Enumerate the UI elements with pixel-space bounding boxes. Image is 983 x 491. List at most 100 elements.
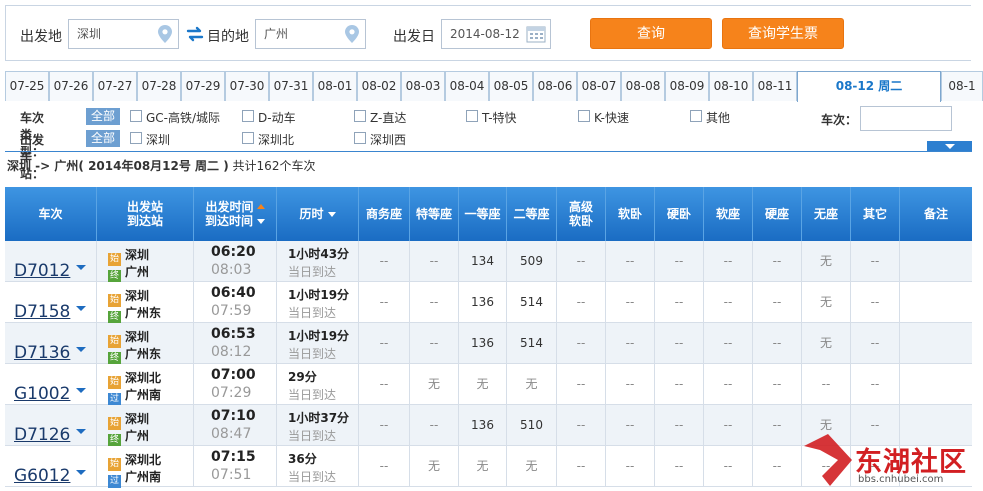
to-station-input[interactable] bbox=[255, 19, 366, 49]
date-input[interactable] bbox=[441, 19, 551, 49]
checkbox-box[interactable] bbox=[130, 132, 142, 144]
seat-availability: -- bbox=[606, 364, 655, 404]
train-type-all-button[interactable]: 全部 bbox=[86, 108, 120, 125]
date-tab[interactable]: 07-25 bbox=[5, 71, 49, 101]
to-station-field[interactable] bbox=[264, 26, 357, 41]
seat-availability: -- bbox=[557, 282, 606, 322]
to-station: 终广州 bbox=[108, 265, 150, 283]
search-panel: 出发地 目的地 出发日 查询 查询学生票 bbox=[5, 5, 971, 61]
train-number-link[interactable]: G6012 bbox=[14, 456, 70, 491]
date-tab[interactable]: 07-30 bbox=[225, 71, 269, 101]
duration: 1小时43分 bbox=[288, 247, 350, 261]
query-student-ticket-button[interactable]: 查询学生票 bbox=[722, 18, 844, 49]
train-type-label: T-特快 bbox=[482, 111, 517, 125]
date-tab[interactable]: 08-02 bbox=[357, 71, 401, 101]
station-badge: 过 bbox=[108, 475, 121, 488]
checkbox-box[interactable] bbox=[354, 132, 366, 144]
seat-availability: -- bbox=[655, 405, 704, 445]
header-seat: 商务座 bbox=[359, 187, 410, 241]
expand-stops-icon[interactable] bbox=[76, 306, 86, 311]
checkbox-box[interactable] bbox=[466, 110, 478, 122]
seat-availability: -- bbox=[359, 446, 410, 486]
checkbox-box[interactable] bbox=[578, 110, 590, 122]
seat-availability: 136 bbox=[459, 282, 507, 322]
seat-availability: 514 bbox=[507, 282, 557, 322]
date-tab[interactable]: 08-05 bbox=[489, 71, 533, 101]
departure-time: 07:15 bbox=[211, 449, 256, 465]
date-tab[interactable]: 08-03 bbox=[401, 71, 445, 101]
from-label: 出发地 bbox=[20, 29, 62, 45]
date-tab[interactable]: 08-12 周二 bbox=[797, 71, 941, 102]
train-number-input[interactable] bbox=[860, 106, 952, 131]
to-label: 目的地 bbox=[207, 29, 249, 45]
header-seat: 二等座 bbox=[507, 187, 557, 241]
checkbox-box[interactable] bbox=[690, 110, 702, 122]
date-tab[interactable]: 08-06 bbox=[533, 71, 577, 101]
checkbox-box[interactable] bbox=[242, 110, 254, 122]
date-tab[interactable]: 08-04 bbox=[445, 71, 489, 101]
date-tab[interactable]: 08-11 bbox=[753, 71, 797, 101]
seat-availability: -- bbox=[557, 446, 606, 486]
station-all-button[interactable]: 全部 bbox=[86, 130, 120, 147]
header-seat: 其它 bbox=[851, 187, 900, 241]
remark-cell bbox=[900, 323, 972, 363]
from-station-input[interactable] bbox=[68, 19, 179, 49]
date-tab[interactable]: 07-28 bbox=[137, 71, 181, 101]
swap-stations-icon[interactable] bbox=[186, 25, 204, 43]
departure-time: 06:40 bbox=[211, 285, 256, 301]
date-tab[interactable]: 08-1 bbox=[941, 71, 983, 101]
from-station-field[interactable] bbox=[77, 26, 170, 41]
date-tab[interactable]: 07-29 bbox=[181, 71, 225, 101]
seat-availability: -- bbox=[557, 405, 606, 445]
checkbox-box[interactable] bbox=[130, 110, 142, 122]
station-label: 深圳北 bbox=[258, 133, 295, 147]
date-tab[interactable]: 08-01 bbox=[313, 71, 357, 101]
seat-availability: 514 bbox=[507, 323, 557, 363]
header-duration[interactable]: 历时 bbox=[277, 187, 359, 241]
departure-time: 06:53 bbox=[211, 326, 256, 342]
remark-cell bbox=[900, 364, 972, 404]
sort-descending-icon bbox=[257, 219, 265, 224]
train-type-label: K-快速 bbox=[594, 111, 629, 125]
seat-availability: -- bbox=[655, 241, 704, 281]
seat-availability: -- bbox=[753, 446, 802, 486]
checkbox-box[interactable] bbox=[242, 132, 254, 144]
seat-availability: -- bbox=[655, 282, 704, 322]
seat-availability: -- bbox=[704, 446, 753, 486]
date-tab[interactable]: 08-10 bbox=[709, 71, 753, 101]
seat-availability: 无 bbox=[802, 282, 851, 322]
seat-availability: -- bbox=[704, 323, 753, 363]
seat-availability: -- bbox=[802, 364, 851, 404]
summary-count: 共计162个车次 bbox=[232, 159, 316, 173]
seat-availability: 无 bbox=[507, 446, 557, 486]
query-button[interactable]: 查询 bbox=[590, 18, 712, 49]
expand-stops-icon[interactable] bbox=[76, 388, 86, 393]
seat-availability: 无 bbox=[410, 446, 459, 486]
seat-availability: -- bbox=[704, 405, 753, 445]
header-times[interactable]: 出发时间 到达时间 bbox=[194, 187, 277, 241]
train-type-label: Z-直达 bbox=[370, 111, 407, 125]
seat-availability: -- bbox=[606, 282, 655, 322]
expand-stops-icon[interactable] bbox=[76, 429, 86, 434]
header-seat: 软卧 bbox=[606, 187, 655, 241]
date-tab[interactable]: 08-07 bbox=[577, 71, 621, 101]
date-tab[interactable]: 08-09 bbox=[665, 71, 709, 101]
checkbox-box[interactable] bbox=[354, 110, 366, 122]
to-station: 终广州 bbox=[108, 429, 150, 447]
date-tab[interactable]: 07-27 bbox=[93, 71, 137, 101]
date-tabs: 07-25 07-26 07-27 07-28 07-29 07-30 07-31 08-01… bbox=[5, 71, 983, 102]
filter-divider bbox=[5, 151, 972, 152]
expand-stops-icon[interactable] bbox=[76, 347, 86, 352]
seat-availability: -- bbox=[704, 241, 753, 281]
date-label: 出发日 bbox=[393, 29, 435, 45]
expand-stops-icon[interactable] bbox=[76, 470, 86, 475]
arrival-day: 当日到达 bbox=[288, 470, 337, 484]
result-summary: 深圳 -> 广州( 2014年08月12号 周二 ) 共计162个车次 bbox=[7, 157, 315, 174]
calendar-icon[interactable] bbox=[526, 25, 546, 43]
date-tab[interactable]: 07-26 bbox=[49, 71, 93, 101]
expand-stops-icon[interactable] bbox=[76, 265, 86, 270]
date-tab[interactable]: 07-31 bbox=[269, 71, 313, 101]
duration: 36分 bbox=[288, 452, 317, 466]
date-tab[interactable]: 08-08 bbox=[621, 71, 665, 101]
seat-availability: -- bbox=[359, 282, 410, 322]
